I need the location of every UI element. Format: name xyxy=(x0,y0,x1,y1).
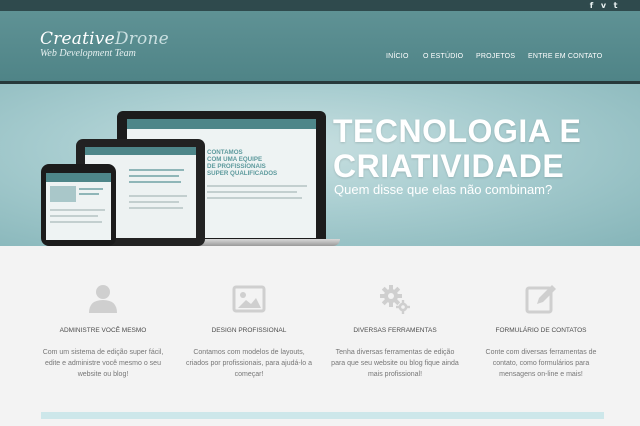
phone-screen-line xyxy=(50,221,102,223)
tablet-screen-line xyxy=(129,169,184,171)
hero-title: TECNOLOGIA E CRIATIVIDADE xyxy=(333,114,581,184)
nav-entre-em-contato[interactable]: ENTRE EM CONTATO xyxy=(528,53,602,60)
laptop-screen-line xyxy=(207,191,297,193)
phone-screen-line xyxy=(50,209,105,211)
site-header: CreativeDrone Web Development Team INÍCI… xyxy=(0,11,640,81)
tablet-screen-header xyxy=(85,147,196,155)
features-section: ADMINISTRE VOCÊ MESMO Com um sistema de … xyxy=(0,246,640,426)
laptop-screen-line xyxy=(207,185,307,187)
main-nav: INÍCIO O ESTÚDIO PROJETOS ENTRE EM CONTA… xyxy=(0,53,640,63)
laptop-screen-text: CONTAMOS COM UMA EQUIPE DE PROFISSIONAIS… xyxy=(207,149,278,177)
hero-title-line-1: TECNOLOGIA E xyxy=(333,113,582,149)
feature-description: Conte com diversas ferramentas de contat… xyxy=(485,349,597,378)
feature-description: Com um sistema de edição super fácil, ed… xyxy=(42,349,164,378)
phone-screen-line xyxy=(79,188,103,190)
social-links: f v t xyxy=(587,1,620,10)
gears-icon xyxy=(380,285,410,314)
tablet-screen-line xyxy=(129,201,179,203)
feature-title: DESIGN PROFISSIONAL xyxy=(211,327,287,334)
nav-projetos[interactable]: PROJETOS xyxy=(476,53,515,60)
phone-screen-image xyxy=(50,186,76,202)
phone-screen-header xyxy=(46,173,111,182)
picture-icon xyxy=(232,285,266,313)
twitter-icon[interactable]: t xyxy=(611,1,620,10)
nav-o-estudio[interactable]: O ESTÚDIO xyxy=(423,53,463,60)
phone-screen-line xyxy=(79,193,99,195)
user-icon xyxy=(89,285,117,313)
tablet-screen-line xyxy=(129,195,187,197)
facebook-icon[interactable]: f xyxy=(587,1,596,10)
feature-title: ADMINISTRE VOCÊ MESMO xyxy=(59,327,147,334)
phone-screen-line xyxy=(50,215,98,217)
tablet-screen-line xyxy=(129,207,183,209)
logo-part-creative: Creative xyxy=(40,29,115,49)
nav-inicio[interactable]: INÍCIO xyxy=(386,53,409,60)
feature-description: Tenha diversas ferramentas de edição par… xyxy=(331,349,459,378)
hero-title-line-2: CRIATIVIDADE xyxy=(333,148,565,184)
edit-form-icon xyxy=(525,285,556,314)
laptop-screen-line xyxy=(207,197,302,199)
laptop-screen-header xyxy=(127,119,316,129)
logo-wordmark: CreativeDrone xyxy=(40,30,169,48)
vimeo-icon[interactable]: v xyxy=(599,1,608,10)
feature-title: FORMULÁRIO DE CONTATOS xyxy=(495,327,587,334)
feature-description: Contamos com modelos de layouts, criados… xyxy=(185,349,313,378)
phone-illustration xyxy=(41,164,116,246)
phone-screen xyxy=(46,173,111,240)
hero-subtitle: Quem disse que elas não combinam? xyxy=(334,182,553,197)
tablet-screen-line xyxy=(129,181,181,183)
top-strip: f v t xyxy=(0,0,640,11)
tablet-screen-line xyxy=(129,175,179,177)
bottom-highlight-bar xyxy=(41,412,604,419)
logo-part-drone: Drone xyxy=(114,29,169,49)
feature-title: DIVERSAS FERRAMENTAS xyxy=(353,327,437,334)
